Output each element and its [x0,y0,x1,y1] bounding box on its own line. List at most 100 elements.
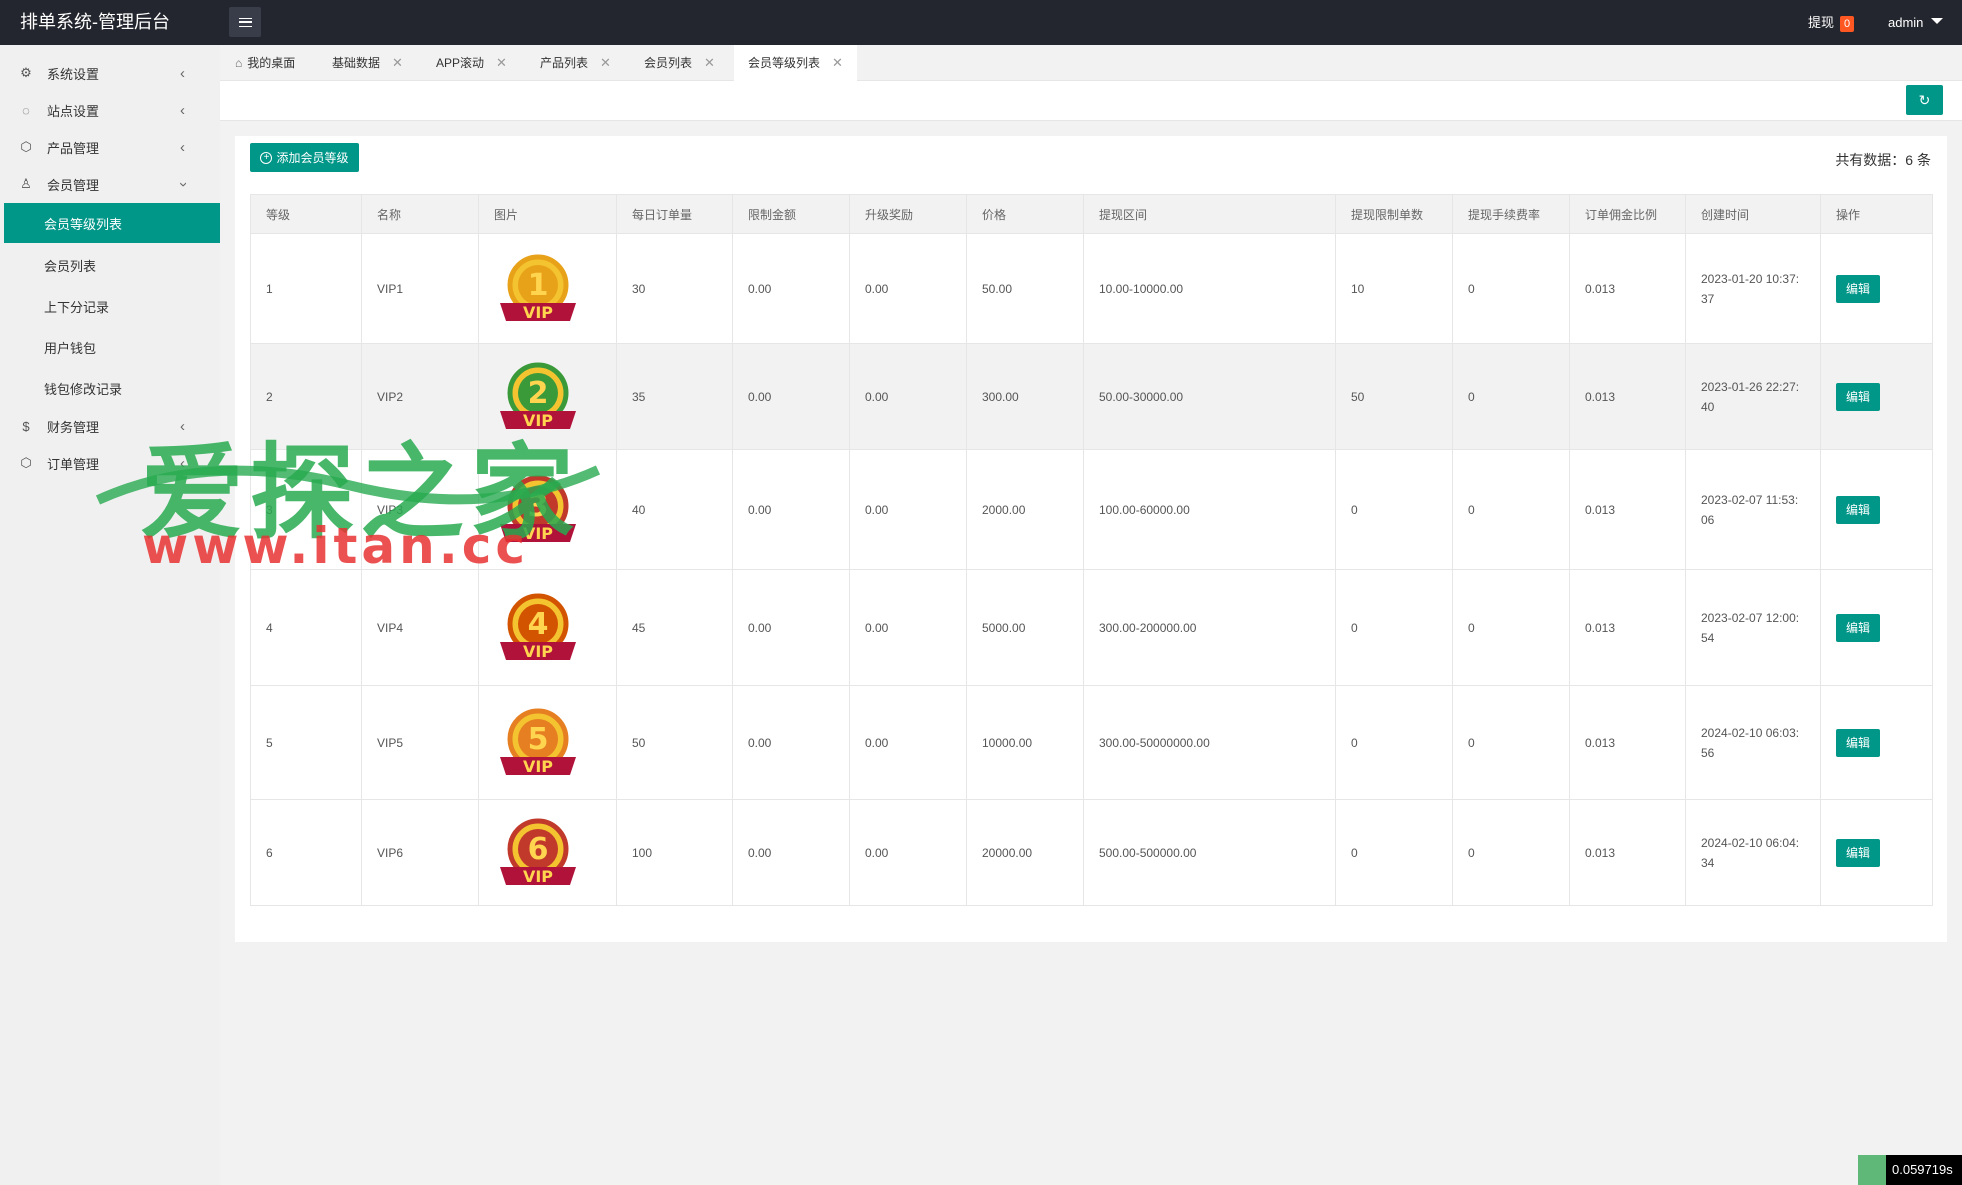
add-member-level-button[interactable]: + 添加会员等级 [250,143,359,172]
user-menu[interactable]: admin [1888,0,1944,45]
dollar-icon: $ [22,418,30,434]
sidebar-item-product-management[interactable]: ⬡ 产品管理 ‹ [0,129,220,165]
tab-product-list[interactable]: 产品列表 ✕ [540,45,611,81]
withdraw-range-cell-value: 100.00-60000.00 [1099,502,1190,517]
commission-cell-value: 0.013 [1585,845,1616,860]
add-button-label: 添加会员等级 [276,151,349,165]
commission-cell-value: 0.013 [1585,281,1616,296]
withdraw-fee-cell-value: 0 [1468,620,1475,635]
withdraw-range-cell-value: 300.00-50000000.00 [1099,735,1210,750]
sidebar-subitem-label: 会员等级列表 [44,216,123,232]
withdraw-fee-cell-value: 0 [1468,281,1475,296]
limit-amount-cell: 0.00 [732,799,850,906]
tab-desktop[interactable]: ⌂ 我的桌面 [235,45,295,81]
tab-member-levels[interactable]: 会员等级列表 ✕ [734,45,857,81]
tab-label: 会员列表 [644,56,693,70]
tab-member-list[interactable]: 会员列表 ✕ [644,45,715,81]
level-cell-value: 1 [266,281,273,296]
daily-orders-cell: 100 [616,799,733,906]
watermark-url: www.itan.cc [142,517,530,575]
withdraw-label: 提现 [1808,15,1835,30]
upgrade-reward-cell: 0.00 [849,685,967,800]
close-icon[interactable]: ✕ [704,55,715,70]
sidebar-subitem-points-records[interactable]: 上下分记录 [0,286,220,326]
sidebar-item-site-settings[interactable]: ◌ 站点设置 ‹ [0,92,220,128]
price-cell: 10000.00 [966,685,1084,800]
tab-bar: ⌂ 我的桌面 基础数据 ✕ APP滚动 ✕ 产品列表 ✕ 会员列表 ✕ 会员等级列表 ✕ [220,45,1962,81]
menu-toggle-button[interactable] [229,7,261,37]
edit-button[interactable]: 编辑 [1836,382,1880,411]
tab-app-scroll[interactable]: APP滚动 ✕ [436,45,507,81]
level-cell-value: 4 [266,620,273,635]
edit-button[interactable]: 编辑 [1836,728,1880,757]
level-cell-value: 5 [266,735,273,750]
withdraw-range-cell: 50.00-30000.00 [1083,343,1336,450]
withdraw-limit-cell: 50 [1335,343,1453,450]
sidebar-subitem-wallet-changes[interactable]: 钱包修改记录 [0,368,220,408]
tab-label: 会员等级列表 [748,56,821,70]
tab-label: 产品列表 [540,56,589,70]
created-time-seconds: 40 [1701,399,1715,414]
vip-badge-image: 6 VIP [500,818,576,886]
price-cell: 50.00 [966,233,1084,344]
daily-orders-cell-value: 45 [632,620,646,635]
table-header-row: 等级 名称 图片 每日订单量 限制金额 升级奖励 价格 提现区间 提现限制单数 … [250,194,1933,234]
close-icon[interactable]: ✕ [496,55,507,70]
home-icon: ⌂ [235,56,243,70]
withdraw-fee-cell-value: 0 [1468,389,1475,404]
upgrade-reward-cell: 0.00 [849,233,967,344]
svg-text:VIP: VIP [523,757,553,776]
created-time-seconds: 37 [1701,291,1715,306]
level-cell: 5 [250,685,362,800]
edit-button[interactable]: 编辑 [1836,838,1880,867]
commission-cell: 0.013 [1569,685,1686,800]
column-header: 提现手续费率 [1452,194,1570,234]
tab-basic-data[interactable]: 基础数据 ✕ [332,45,403,81]
sidebar-subitem-member-levels[interactable]: 会员等级列表 [4,203,220,243]
close-icon[interactable]: ✕ [832,55,843,70]
level-cell: 1 [250,233,362,344]
sidebar-item-member-management[interactable]: ♙ 会员管理 ‹ [0,166,220,202]
image-cell: 5 VIP [478,685,617,800]
column-header: 操作 [1820,194,1933,234]
limit-amount-cell-value: 0.00 [748,620,772,635]
price-cell-value: 20000.00 [982,845,1033,860]
timer-logo-icon [1858,1155,1886,1185]
withdraw-link[interactable]: 提现 0 [1808,0,1855,45]
close-icon[interactable]: ✕ [392,55,403,70]
total-count: 共有数据：6 条 [1835,152,1931,168]
chevron-down-icon: ‹ [174,181,191,187]
image-cell: 4 VIP [478,569,617,686]
level-cell-value: 2 [266,389,273,404]
commission-cell: 0.013 [1569,343,1686,450]
limit-amount-cell: 0.00 [732,343,850,450]
vip-badge-image: 5 VIP [500,708,576,776]
sidebar-item-system-settings[interactable]: ⚙ 系统设置 ‹ [0,55,220,91]
timer-value: 0.059719s [1886,1155,1962,1185]
refresh-button[interactable]: ↻ [1906,85,1943,115]
withdraw-limit-cell-value: 0 [1351,502,1358,517]
chevron-left-icon: ‹ [180,64,185,82]
price-cell-value: 300.00 [982,389,1019,404]
sidebar-subitem-user-wallet[interactable]: 用户钱包 [0,327,220,367]
price-cell: 5000.00 [966,569,1084,686]
username: admin [1888,15,1924,30]
upgrade-reward-cell-value: 0.00 [865,845,889,860]
edit-button[interactable]: 编辑 [1836,613,1880,642]
tab-label: 基础数据 [332,56,381,70]
edit-button[interactable]: 编辑 [1836,495,1880,524]
edit-button[interactable]: 编辑 [1836,274,1880,303]
withdraw-range-cell: 500.00-500000.00 [1083,799,1336,906]
image-cell: 6 VIP [478,799,617,906]
commission-cell: 0.013 [1569,233,1686,344]
sidebar-subitem-member-list[interactable]: 会员列表 [0,245,220,285]
column-header: 图片 [478,194,617,234]
commission-cell-value: 0.013 [1585,502,1616,517]
daily-orders-cell-value: 50 [632,735,646,750]
action-cell: 编辑 [1820,685,1933,800]
vip-badge-number: 4 [528,607,549,642]
created-time-date: 2023-02-07 12:00: [1701,610,1800,625]
close-icon[interactable]: ✕ [600,55,611,70]
withdraw-limit-cell: 0 [1335,685,1453,800]
image-cell: 1 VIP [478,233,617,344]
